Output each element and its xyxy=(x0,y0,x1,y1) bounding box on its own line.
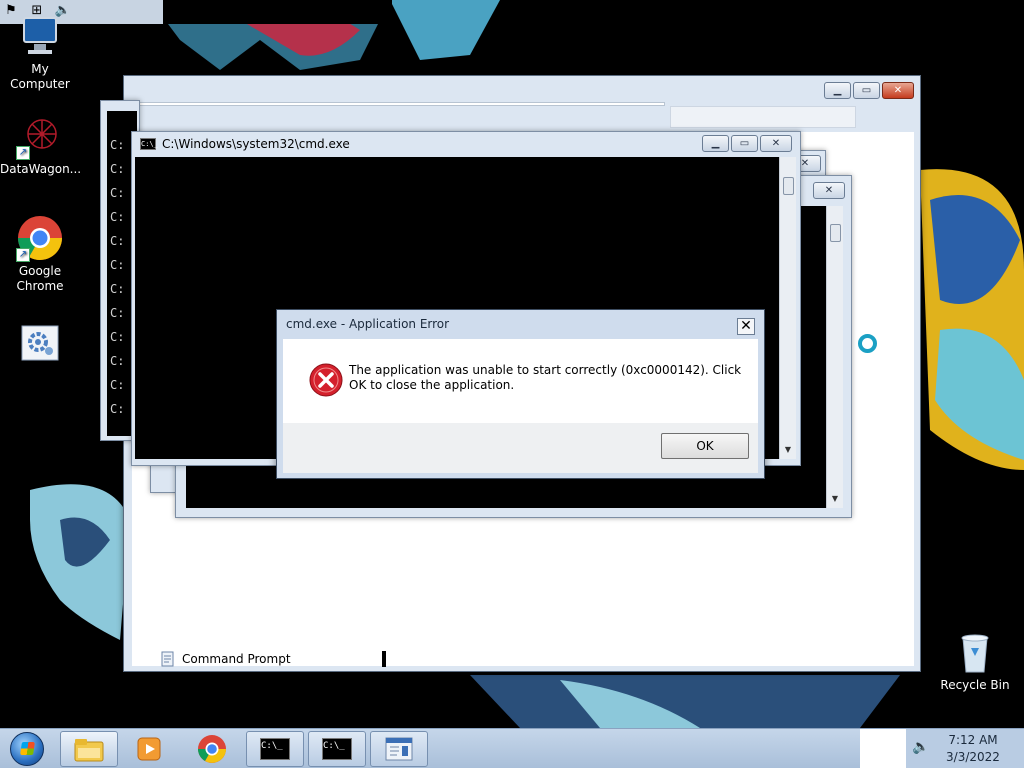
cmd-icon: C:\_ xyxy=(322,738,352,760)
desktop-icon-datawagon[interactable]: ↗ DataWagon... xyxy=(0,112,82,177)
vertical-scrollbar[interactable]: ▼ xyxy=(779,157,796,459)
scroll-down-arrow[interactable]: ▼ xyxy=(827,492,843,506)
media-player-icon xyxy=(137,737,161,761)
black-overlay-bar xyxy=(163,0,392,24)
windows-logo-icon xyxy=(10,732,44,766)
cmd-title: C:\Windows\system32\cmd.exe xyxy=(162,137,350,151)
shortcut-arrow-icon: ↗ xyxy=(16,248,30,262)
chrome-icon: ↗ xyxy=(16,214,64,262)
desktop-icon-label: Recycle Bin xyxy=(940,678,1010,692)
desktop-icon-label: Google Chrome xyxy=(16,264,64,293)
maximize-icon: ▭ xyxy=(739,138,750,149)
dialog-close-button[interactable]: ✕ xyxy=(737,318,755,335)
maximize-button[interactable]: ▭ xyxy=(853,82,880,99)
close-icon: ✕ xyxy=(740,318,752,334)
clock-time: 7:12 AM xyxy=(948,733,998,747)
taskbar-explorer[interactable] xyxy=(60,731,118,767)
taskbar-cmd-1[interactable]: C:\_ xyxy=(246,731,304,767)
close-button[interactable]: ✕ xyxy=(760,135,792,152)
taskbar: C:\_ C:\_ 🔈 7:12 AM 3/3/2022 xyxy=(0,728,1024,768)
taskbar-media-player[interactable] xyxy=(120,731,178,767)
maximize-button[interactable]: ▭ xyxy=(731,135,758,152)
close-icon: ✕ xyxy=(771,138,781,149)
minimize-button[interactable]: ▁ xyxy=(824,82,851,99)
shortcut-arrow-icon: ↗ xyxy=(16,146,30,160)
scroll-down-arrow[interactable]: ▼ xyxy=(780,443,796,457)
cmd-icon: C:\_ xyxy=(140,138,158,150)
window-app-icon xyxy=(385,737,413,761)
scrollbar-thumb[interactable] xyxy=(830,224,841,242)
taskbar-chrome[interactable] xyxy=(183,731,241,767)
busy-cursor-icon xyxy=(858,334,877,353)
desktop-icon-label: My Computer xyxy=(10,62,70,91)
minimize-icon: ▁ xyxy=(833,85,842,96)
start-button[interactable] xyxy=(4,729,50,768)
chrome-icon xyxy=(198,735,226,763)
status-label: Command Prompt xyxy=(182,652,291,666)
desktop-icon-label: DataWagon... xyxy=(0,162,82,176)
window-caption-buttons: ▁ ▭ ✕ xyxy=(824,82,914,99)
close-icon: ✕ xyxy=(824,185,834,196)
document-icon xyxy=(161,651,174,667)
minimize-icon: ▁ xyxy=(711,138,720,149)
address-bar[interactable] xyxy=(132,102,665,106)
volume-icon[interactable]: 🔈 xyxy=(912,739,930,757)
error-message: The application was unable to start corr… xyxy=(349,363,742,392)
computer-icon xyxy=(16,12,64,60)
close-icon: ✕ xyxy=(893,85,903,96)
cmd-icon: C:\_ xyxy=(260,738,290,760)
ok-button[interactable]: OK xyxy=(661,433,749,459)
dialog-footer: OK xyxy=(283,423,758,473)
maximize-icon: ▭ xyxy=(861,85,872,96)
dialog-body: The application was unable to start corr… xyxy=(283,339,758,423)
desktop-icon-google-chrome[interactable]: ↗ Google Chrome xyxy=(0,214,80,294)
recycle-bin-icon xyxy=(951,628,999,676)
close-icon: ✕ xyxy=(800,158,810,169)
desktop-icon-recycle-bin[interactable]: Recycle Bin xyxy=(935,628,1015,693)
status-item[interactable]: Command Prompt xyxy=(160,649,390,669)
settings-gear-icon xyxy=(16,320,64,368)
desktop-icon-settings[interactable] xyxy=(0,320,80,370)
taskbar-cmd-2[interactable]: C:\_ xyxy=(308,731,366,767)
clock-date: 3/3/2022 xyxy=(946,750,1000,764)
dialog-title: cmd.exe - Application Error xyxy=(286,317,450,331)
datawagon-icon: ↗ xyxy=(16,112,64,160)
console-prompts: C: C: C: C: C: C: C: C: C: C: C: C: xyxy=(110,138,125,416)
error-circle-icon xyxy=(309,363,343,397)
taskbar-window-3[interactable] xyxy=(370,731,428,767)
folder-icon xyxy=(74,739,104,762)
application-error-dialog[interactable]: cmd.exe - Application Error ✕ The applic… xyxy=(276,309,765,479)
search-box[interactable] xyxy=(670,106,856,128)
text-cursor xyxy=(382,651,386,667)
minimize-button[interactable]: ▁ xyxy=(702,135,729,152)
desktop-icon-my-computer[interactable]: My Computer xyxy=(0,12,80,92)
scrollbar-thumb[interactable] xyxy=(783,177,794,195)
vertical-scrollbar[interactable]: ▼ xyxy=(826,206,843,508)
close-button[interactable]: ✕ xyxy=(813,182,845,199)
close-button[interactable]: ✕ xyxy=(882,82,914,99)
cmd-title-bar: C:\_ C:\Windows\system32\cmd.exe xyxy=(140,134,350,154)
taskbar-clock[interactable]: 7:12 AM 3/3/2022 xyxy=(938,732,1008,766)
